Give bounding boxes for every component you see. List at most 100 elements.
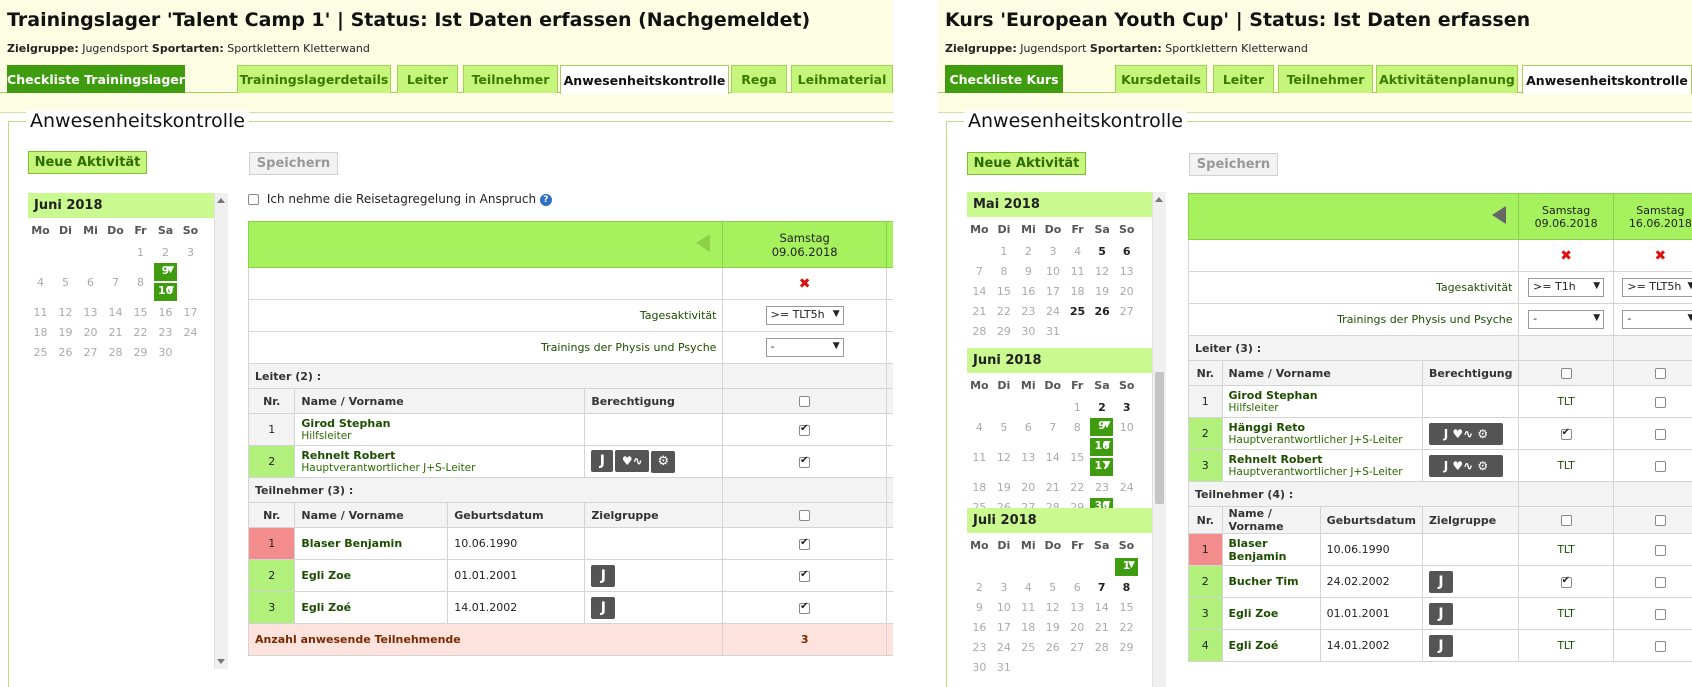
day-selected[interactable]: 16 xyxy=(1089,437,1115,457)
tn-section-label: Teilnehmer (3) : xyxy=(247,477,724,503)
js-badge-icon: J xyxy=(591,450,614,473)
zielgruppe-cell: J xyxy=(584,559,724,592)
tab-teilnehmer[interactable]: Teilnehmer xyxy=(463,65,558,93)
day: 11 xyxy=(972,450,987,464)
zielgruppe-label: Zielgruppe: xyxy=(7,42,79,55)
attendance-cell xyxy=(1612,417,1692,450)
help-icon[interactable]: ? xyxy=(539,193,552,206)
attendance-checkbox[interactable] xyxy=(1654,460,1666,472)
select-all-leiter-checkbox[interactable] xyxy=(799,396,811,407)
tab-trainingslagerdetails[interactable]: Trainingslagerdetails xyxy=(237,65,391,93)
day: 23 xyxy=(158,325,173,339)
tab-leiter[interactable]: Leiter xyxy=(1213,65,1274,93)
tab-leihmaterial[interactable]: Leihmaterial xyxy=(791,65,893,93)
scroll-up-icon[interactable] xyxy=(1155,197,1163,202)
save-button[interactable]: Speichern xyxy=(249,152,338,175)
day: 29 xyxy=(133,345,148,359)
day-selected[interactable]: 1 xyxy=(1113,557,1139,577)
attendance-checkbox[interactable] xyxy=(1654,396,1666,408)
day: 4 xyxy=(1074,244,1082,258)
attendance-checkbox[interactable] xyxy=(799,423,811,436)
delete-icon[interactable]: ✖ xyxy=(1560,248,1572,264)
attendance-checkbox[interactable] xyxy=(1654,640,1666,652)
weekday: Di xyxy=(59,223,72,237)
attendance-checkbox[interactable] xyxy=(799,569,811,582)
day: 18 xyxy=(972,480,987,494)
day: 23 xyxy=(972,640,987,654)
day: 3 xyxy=(1000,580,1008,594)
birthdate: 01.01.2001 xyxy=(447,559,586,592)
physis-select[interactable]: - xyxy=(1528,310,1605,329)
day-selected[interactable]: 10 xyxy=(153,282,178,302)
scroll-down-icon[interactable] xyxy=(217,659,225,664)
tab-anwesenheitskontrolle[interactable]: Anwesenheitskontrolle xyxy=(560,65,729,94)
table-row: 2 Hänggi Reto Hauptverantwortlicher J+S-L… xyxy=(1188,417,1692,450)
tagesaktivitaet-select[interactable]: >= TLT5h xyxy=(765,306,844,325)
save-button[interactable]: Speichern xyxy=(1189,153,1278,176)
day: 13 xyxy=(83,305,98,319)
tagesaktivitaet-select[interactable]: >= TLT5h xyxy=(1622,278,1692,297)
day-selected[interactable]: 9 xyxy=(1089,417,1115,437)
tab-leiter[interactable]: Leiter xyxy=(397,65,458,93)
tagesaktivitaet-select[interactable]: >= T1h xyxy=(1528,278,1605,297)
select-all-cell xyxy=(1518,506,1614,534)
tab-anwesenheitskontrolle[interactable]: Anwesenheitskontrolle xyxy=(1522,65,1692,94)
select-all-tn-checkbox[interactable] xyxy=(799,510,811,521)
tab-aktivitaetenplanung[interactable]: Aktivitätenplanung xyxy=(1376,65,1518,93)
calendar-scrollbar[interactable] xyxy=(214,193,228,669)
day: 11 xyxy=(33,305,48,319)
attendance-checkbox[interactable] xyxy=(799,601,811,614)
weekday: Do xyxy=(107,223,124,237)
row-nr: 2 xyxy=(247,445,296,478)
scroll-thumb[interactable] xyxy=(1155,372,1164,504)
attendance-cell xyxy=(722,527,887,560)
prev-arrow-icon[interactable] xyxy=(696,234,711,252)
attendance-checkbox[interactable] xyxy=(1654,608,1666,620)
page-header: Kurs 'European Youth Cup' | Status: Ist … xyxy=(938,0,1692,113)
select-all-leiter-checkbox[interactable] xyxy=(1560,368,1572,379)
day-selected[interactable]: 9 xyxy=(153,262,178,282)
person-name: Egli Zoé xyxy=(294,591,449,624)
calendar-month-label: Mai 2018 xyxy=(967,192,1152,217)
day-selected[interactable]: 17 xyxy=(1089,457,1115,477)
tab-rega[interactable]: Rega xyxy=(731,65,787,93)
spacer xyxy=(885,221,893,268)
col-name: Name / Vorname xyxy=(294,502,449,528)
zielgruppe-cell xyxy=(584,527,724,560)
delete-icon[interactable]: ✖ xyxy=(1655,248,1667,264)
day: 15 xyxy=(996,284,1011,298)
attendance-checkbox[interactable] xyxy=(1560,427,1572,440)
delete-icon[interactable]: ✖ xyxy=(799,276,811,292)
calendar-scrollbar[interactable] xyxy=(1152,192,1166,687)
day: 23 xyxy=(1094,480,1109,494)
attendance-checkbox[interactable] xyxy=(1654,544,1666,556)
day: 14 xyxy=(108,305,123,319)
attendance-checkbox[interactable] xyxy=(1654,428,1666,440)
scroll-up-icon[interactable] xyxy=(217,198,225,203)
calendar-month-label: Juni 2018 xyxy=(967,348,1152,373)
calendar-grid: Mo Di Mi Do Fr Sa So 123 45678910 111213… xyxy=(967,373,1139,517)
new-activity-button[interactable]: Neue Aktivität xyxy=(967,152,1086,175)
attendance-checkbox[interactable] xyxy=(1654,576,1666,588)
reise-checkbox[interactable] xyxy=(248,194,259,205)
prev-arrow-icon[interactable] xyxy=(1492,206,1507,224)
select-all-cell xyxy=(722,388,887,414)
select-all-leiter-checkbox[interactable] xyxy=(1654,368,1666,379)
select-all-tn-checkbox[interactable] xyxy=(1654,515,1666,526)
tab-teilnehmer[interactable]: Teilnehmer xyxy=(1278,65,1373,93)
attendance-checkbox[interactable] xyxy=(799,455,811,468)
tab-checkliste[interactable]: Checkliste Kurs xyxy=(945,65,1063,93)
physis-select[interactable]: - xyxy=(1622,310,1692,329)
person-name: Egli Zoé xyxy=(1221,629,1321,662)
select-all-tn-checkbox[interactable] xyxy=(1560,515,1572,526)
person-name: Rehnelt Robert xyxy=(1228,453,1323,466)
physis-select[interactable]: - xyxy=(765,338,844,357)
tab-kursdetails[interactable]: Kursdetails xyxy=(1115,65,1207,93)
attendance-checkbox[interactable] xyxy=(1560,575,1572,588)
table-row: 1 Girod Stephan Hilfsleiter xyxy=(247,413,893,446)
attendance-checkbox[interactable] xyxy=(799,537,811,550)
tab-checkliste[interactable]: Checkliste Trainingslager xyxy=(7,65,185,93)
tagesaktivitaet-cell: >= T1h xyxy=(1518,271,1614,304)
new-activity-button[interactable]: Neue Aktivität xyxy=(28,151,147,174)
attendance-cell xyxy=(1612,385,1692,418)
